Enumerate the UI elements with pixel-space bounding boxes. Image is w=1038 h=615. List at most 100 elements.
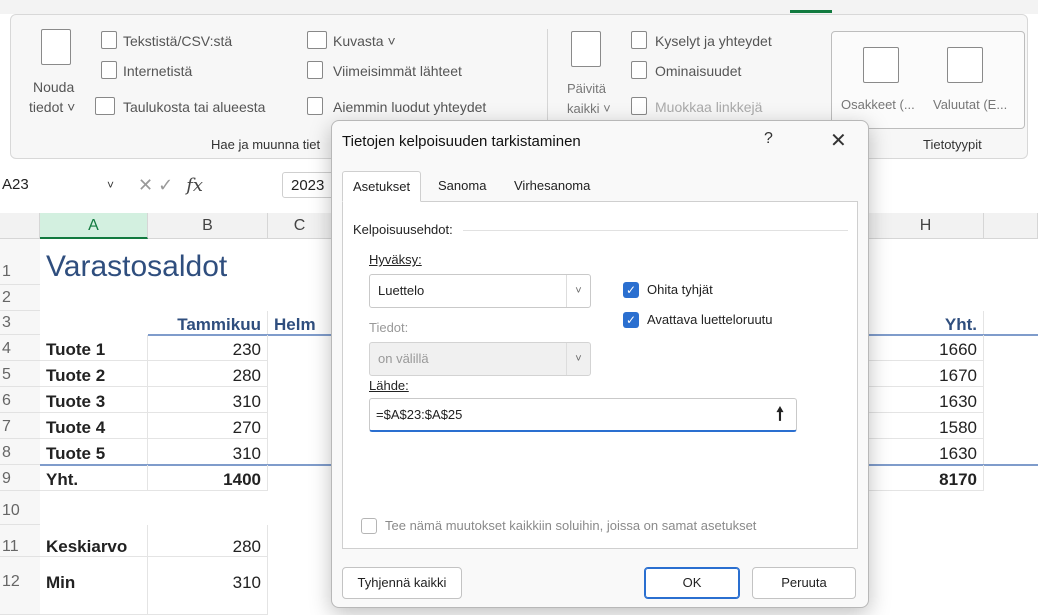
clear-all-button[interactable]: Tyhjennä kaikki — [342, 567, 462, 599]
table-cell[interactable]: 310 — [148, 439, 268, 465]
chevron-down-icon[interactable]: ˅ — [107, 172, 114, 198]
web-icon — [101, 61, 117, 79]
table-cell[interactable]: 1660 — [868, 335, 984, 361]
recent-sources-icon — [307, 61, 323, 79]
from-web-button[interactable]: Internetistä — [123, 63, 192, 79]
enter-icon[interactable]: ✓ — [158, 175, 173, 195]
allow-select[interactable]: Luettelo ˅ — [369, 274, 591, 308]
close-icon[interactable]: ✕ — [830, 128, 847, 153]
currencies-button[interactable]: Valuutat (E... — [933, 97, 1007, 112]
total-label[interactable]: Yht. — [40, 465, 148, 491]
apply-all-checkbox[interactable] — [361, 518, 377, 534]
column-header-h[interactable]: H — [868, 213, 984, 239]
header-total[interactable]: Yht. — [868, 311, 984, 335]
column-header-a[interactable]: A — [40, 213, 148, 239]
properties-button[interactable]: Ominaisuudet — [655, 63, 741, 79]
table-cell[interactable]: 270 — [148, 413, 268, 439]
refresh-icon — [571, 31, 601, 67]
stocks-button[interactable]: Osakkeet (... — [841, 97, 915, 112]
ignore-blank-checkbox[interactable]: ✓ — [623, 282, 639, 298]
edit-links-button[interactable]: Muokkaa linkkejä — [655, 99, 762, 115]
recent-sources-button[interactable]: Viimeisimmät lähteet — [333, 63, 462, 79]
min-label[interactable]: Min — [40, 557, 148, 615]
row-header-1[interactable]: 1 — [0, 239, 40, 285]
total-cell[interactable]: 1400 — [148, 465, 268, 491]
table-cell[interactable]: 1630 — [868, 387, 984, 413]
edit-links-icon — [631, 97, 647, 115]
properties-icon — [631, 61, 647, 79]
chevron-down-icon[interactable]: ˅ — [566, 343, 590, 375]
product-label[interactable]: Tuote 1 — [40, 335, 148, 361]
data-select[interactable]: on välillä ˅ — [369, 342, 591, 376]
column-header-c[interactable]: C — [268, 213, 332, 239]
data-validation-dialog: Tietojen kelpoisuuden tarkistaminen ? ✕ … — [331, 120, 869, 608]
refresh-all-button[interactable]: Päivitä — [567, 81, 606, 96]
in-cell-dropdown-checkbox[interactable]: ✓ — [623, 312, 639, 328]
refresh-all-caption[interactable]: kaikki ˅ — [567, 101, 611, 116]
queries-connections-button[interactable]: Kyselyt ja yhteydet — [655, 33, 772, 49]
column-header-b[interactable]: B — [148, 213, 268, 239]
from-table-button[interactable]: Taulukosta tai alueesta — [123, 99, 265, 115]
product-label[interactable]: Tuote 4 — [40, 413, 148, 439]
total-cell[interactable]: 8170 — [868, 465, 984, 491]
product-label[interactable]: Tuote 3 — [40, 387, 148, 413]
row-header-9[interactable]: 9 — [0, 465, 40, 491]
product-label[interactable]: Tuote 5 — [40, 439, 148, 465]
row-header-11[interactable]: 11 — [0, 525, 40, 557]
row-header-3[interactable]: 3 — [0, 311, 40, 335]
cancel-icon[interactable]: ✕ — [138, 175, 153, 195]
row-header-7[interactable]: 7 — [0, 413, 40, 439]
column-header-blank[interactable] — [984, 213, 1038, 239]
in-cell-dropdown-label[interactable]: Avattava luetteloruutu — [647, 312, 773, 327]
collapse-dialog-icon[interactable]: 🠕 — [765, 400, 795, 428]
picture-icon — [307, 31, 327, 49]
tab-error-alert[interactable]: Virhesanoma — [504, 171, 600, 202]
header-tammikuu[interactable]: Tammikuu — [148, 311, 268, 335]
data-types-gallery — [831, 31, 1025, 129]
insert-function-icon[interactable]: fx — [186, 175, 203, 196]
product-label[interactable]: Tuote 2 — [40, 361, 148, 387]
row-header-10[interactable]: 10 — [0, 491, 40, 525]
row-header-4[interactable]: 4 — [0, 335, 40, 361]
min-cell[interactable]: 310 — [148, 557, 268, 615]
group-divider — [463, 230, 848, 231]
average-cell[interactable]: 280 — [148, 525, 268, 557]
source-label: Lähde: — [369, 378, 409, 393]
row-header-5[interactable]: 5 — [0, 361, 40, 387]
window-top-strip — [0, 0, 1038, 14]
row-header-12[interactable]: 12 — [0, 557, 40, 615]
data-select-value: on välillä — [378, 351, 429, 366]
row-header-2[interactable]: 2 — [0, 285, 40, 311]
name-box-value: A23 — [2, 176, 29, 193]
select-all-corner[interactable] — [0, 213, 40, 239]
name-box[interactable]: A23 ˅ — [0, 172, 120, 198]
chevron-down-icon[interactable]: ˅ — [566, 275, 590, 307]
table-cell[interactable]: 310 — [148, 387, 268, 413]
from-text-csv-button[interactable]: Tekstistä/CSV:stä — [123, 33, 232, 49]
database-icon — [41, 29, 71, 65]
cancel-button[interactable]: Peruuta — [752, 567, 856, 599]
existing-connections-button[interactable]: Aiemmin luodut yhteydet — [333, 99, 486, 115]
apply-all-label[interactable]: Tee nämä muutokset kaikkiin soluihin, jo… — [385, 518, 756, 533]
ignore-blank-label[interactable]: Ohita tyhjät — [647, 282, 713, 297]
row-header-6[interactable]: 6 — [0, 387, 40, 413]
header-helmikuu[interactable]: Helm — [268, 311, 332, 335]
get-data-button[interactable]: Nouda — [33, 79, 74, 95]
group-label-data-types: Tietotyypit — [923, 137, 982, 152]
average-label[interactable]: Keskiarvo — [40, 525, 148, 557]
sheet-title[interactable]: Varastosaldot — [40, 239, 340, 285]
table-cell[interactable]: 1630 — [868, 439, 984, 465]
get-data-button-caption[interactable]: tiedot ˅ — [29, 99, 75, 115]
table-cell[interactable]: 230 — [148, 335, 268, 361]
row-header-8[interactable]: 8 — [0, 439, 40, 465]
dialog-title: Tietojen kelpoisuuden tarkistaminen — [342, 133, 581, 150]
table-cell[interactable]: 1580 — [868, 413, 984, 439]
source-input[interactable]: =$A$23:$A$25 — [369, 398, 797, 432]
tab-input-message[interactable]: Sanoma — [428, 171, 496, 202]
tab-settings[interactable]: Asetukset — [342, 171, 422, 202]
from-picture-button[interactable]: Kuvasta ˅ — [333, 33, 396, 49]
table-cell[interactable]: 280 — [148, 361, 268, 387]
table-cell[interactable]: 1670 — [868, 361, 984, 387]
help-icon[interactable]: ? — [764, 130, 773, 148]
ok-button[interactable]: OK — [644, 567, 740, 599]
